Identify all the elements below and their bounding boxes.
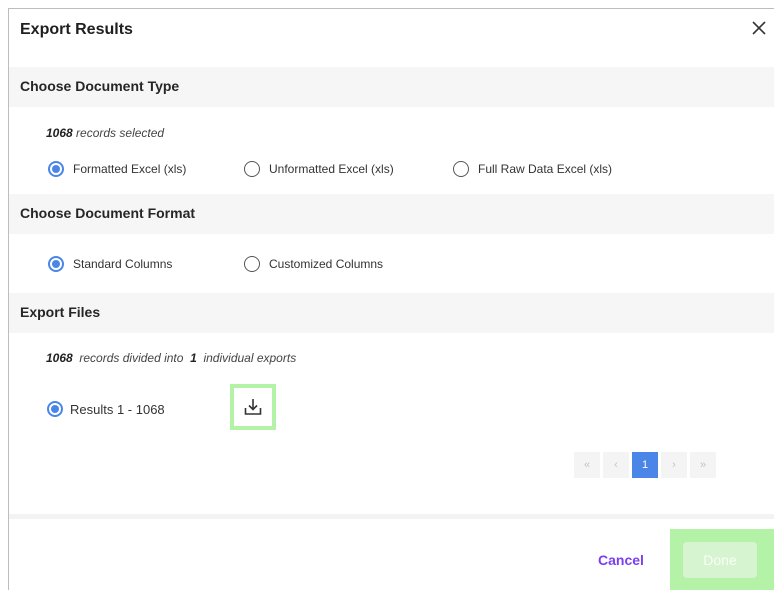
done-button[interactable]: Done — [683, 542, 757, 578]
radio-label: Customized Columns — [269, 257, 384, 271]
document-format-section-header: Choose Document Format — [9, 194, 774, 234]
close-icon[interactable] — [750, 19, 768, 37]
radio-button[interactable] — [244, 256, 260, 272]
document-type-heading: Choose Document Type — [20, 78, 180, 94]
radio-label: Standard Columns — [73, 257, 173, 271]
download-icon — [244, 399, 262, 415]
cancel-button[interactable]: Cancel — [598, 552, 644, 568]
dialog-title: Export Results — [20, 21, 133, 38]
last-page-button[interactable]: » — [690, 452, 716, 478]
radio-button[interactable] — [47, 401, 63, 417]
radio-customized-columns[interactable]: Customized Columns — [244, 256, 383, 272]
result-label: Results 1 - 1068 — [70, 401, 165, 417]
radio-button[interactable] — [48, 161, 64, 177]
export-files-heading: Export Files — [20, 304, 101, 320]
footer-divider — [9, 514, 774, 519]
individual-exports-text: individual exports — [203, 351, 297, 365]
records-selected-note: 1068 records selected — [46, 126, 164, 140]
radio-standard-columns[interactable]: Standard Columns — [48, 256, 172, 272]
records-divided-text: records divided into — [79, 351, 184, 365]
document-type-section-header: Choose Document Type — [9, 67, 774, 107]
pagination: « ‹ 1 › » — [574, 452, 719, 478]
page-1-button[interactable]: 1 — [632, 452, 658, 478]
radio-button[interactable] — [48, 256, 64, 272]
download-highlight — [230, 384, 276, 430]
prev-page-button[interactable]: ‹ — [603, 452, 629, 478]
radio-unformatted-excel[interactable]: Unformatted Excel (xls) — [244, 161, 394, 177]
first-page-button[interactable]: « — [574, 452, 600, 478]
records-selected-text: records selected — [76, 126, 165, 140]
done-highlight: Done — [670, 529, 774, 590]
radio-label: Formatted Excel (xls) — [73, 162, 187, 176]
records-count: 1068 — [46, 351, 73, 365]
document-format-heading: Choose Document Format — [20, 205, 196, 221]
export-count: 1 — [190, 351, 197, 365]
dialog-header: Export Results — [9, 9, 774, 67]
radio-formatted-excel[interactable]: Formatted Excel (xls) — [48, 161, 186, 177]
radio-label: Full Raw Data Excel (xls) — [478, 162, 613, 176]
export-results-dialog: Export Results Choose Document Type 1068… — [8, 8, 774, 590]
next-page-button[interactable]: › — [661, 452, 687, 478]
radio-label: Unformatted Excel (xls) — [269, 162, 394, 176]
radio-button[interactable] — [244, 161, 260, 177]
download-button[interactable] — [234, 388, 272, 426]
radio-button[interactable] — [453, 161, 469, 177]
radio-full-raw-data-excel[interactable]: Full Raw Data Excel (xls) — [453, 161, 612, 177]
export-files-section-header: Export Files — [9, 293, 774, 333]
radio-results-1-1068[interactable]: Results 1 - 1068 — [47, 401, 165, 417]
records-divided-note: 1068 records divided into 1 individual e… — [46, 351, 296, 365]
records-selected-count: 1068 — [46, 126, 73, 140]
